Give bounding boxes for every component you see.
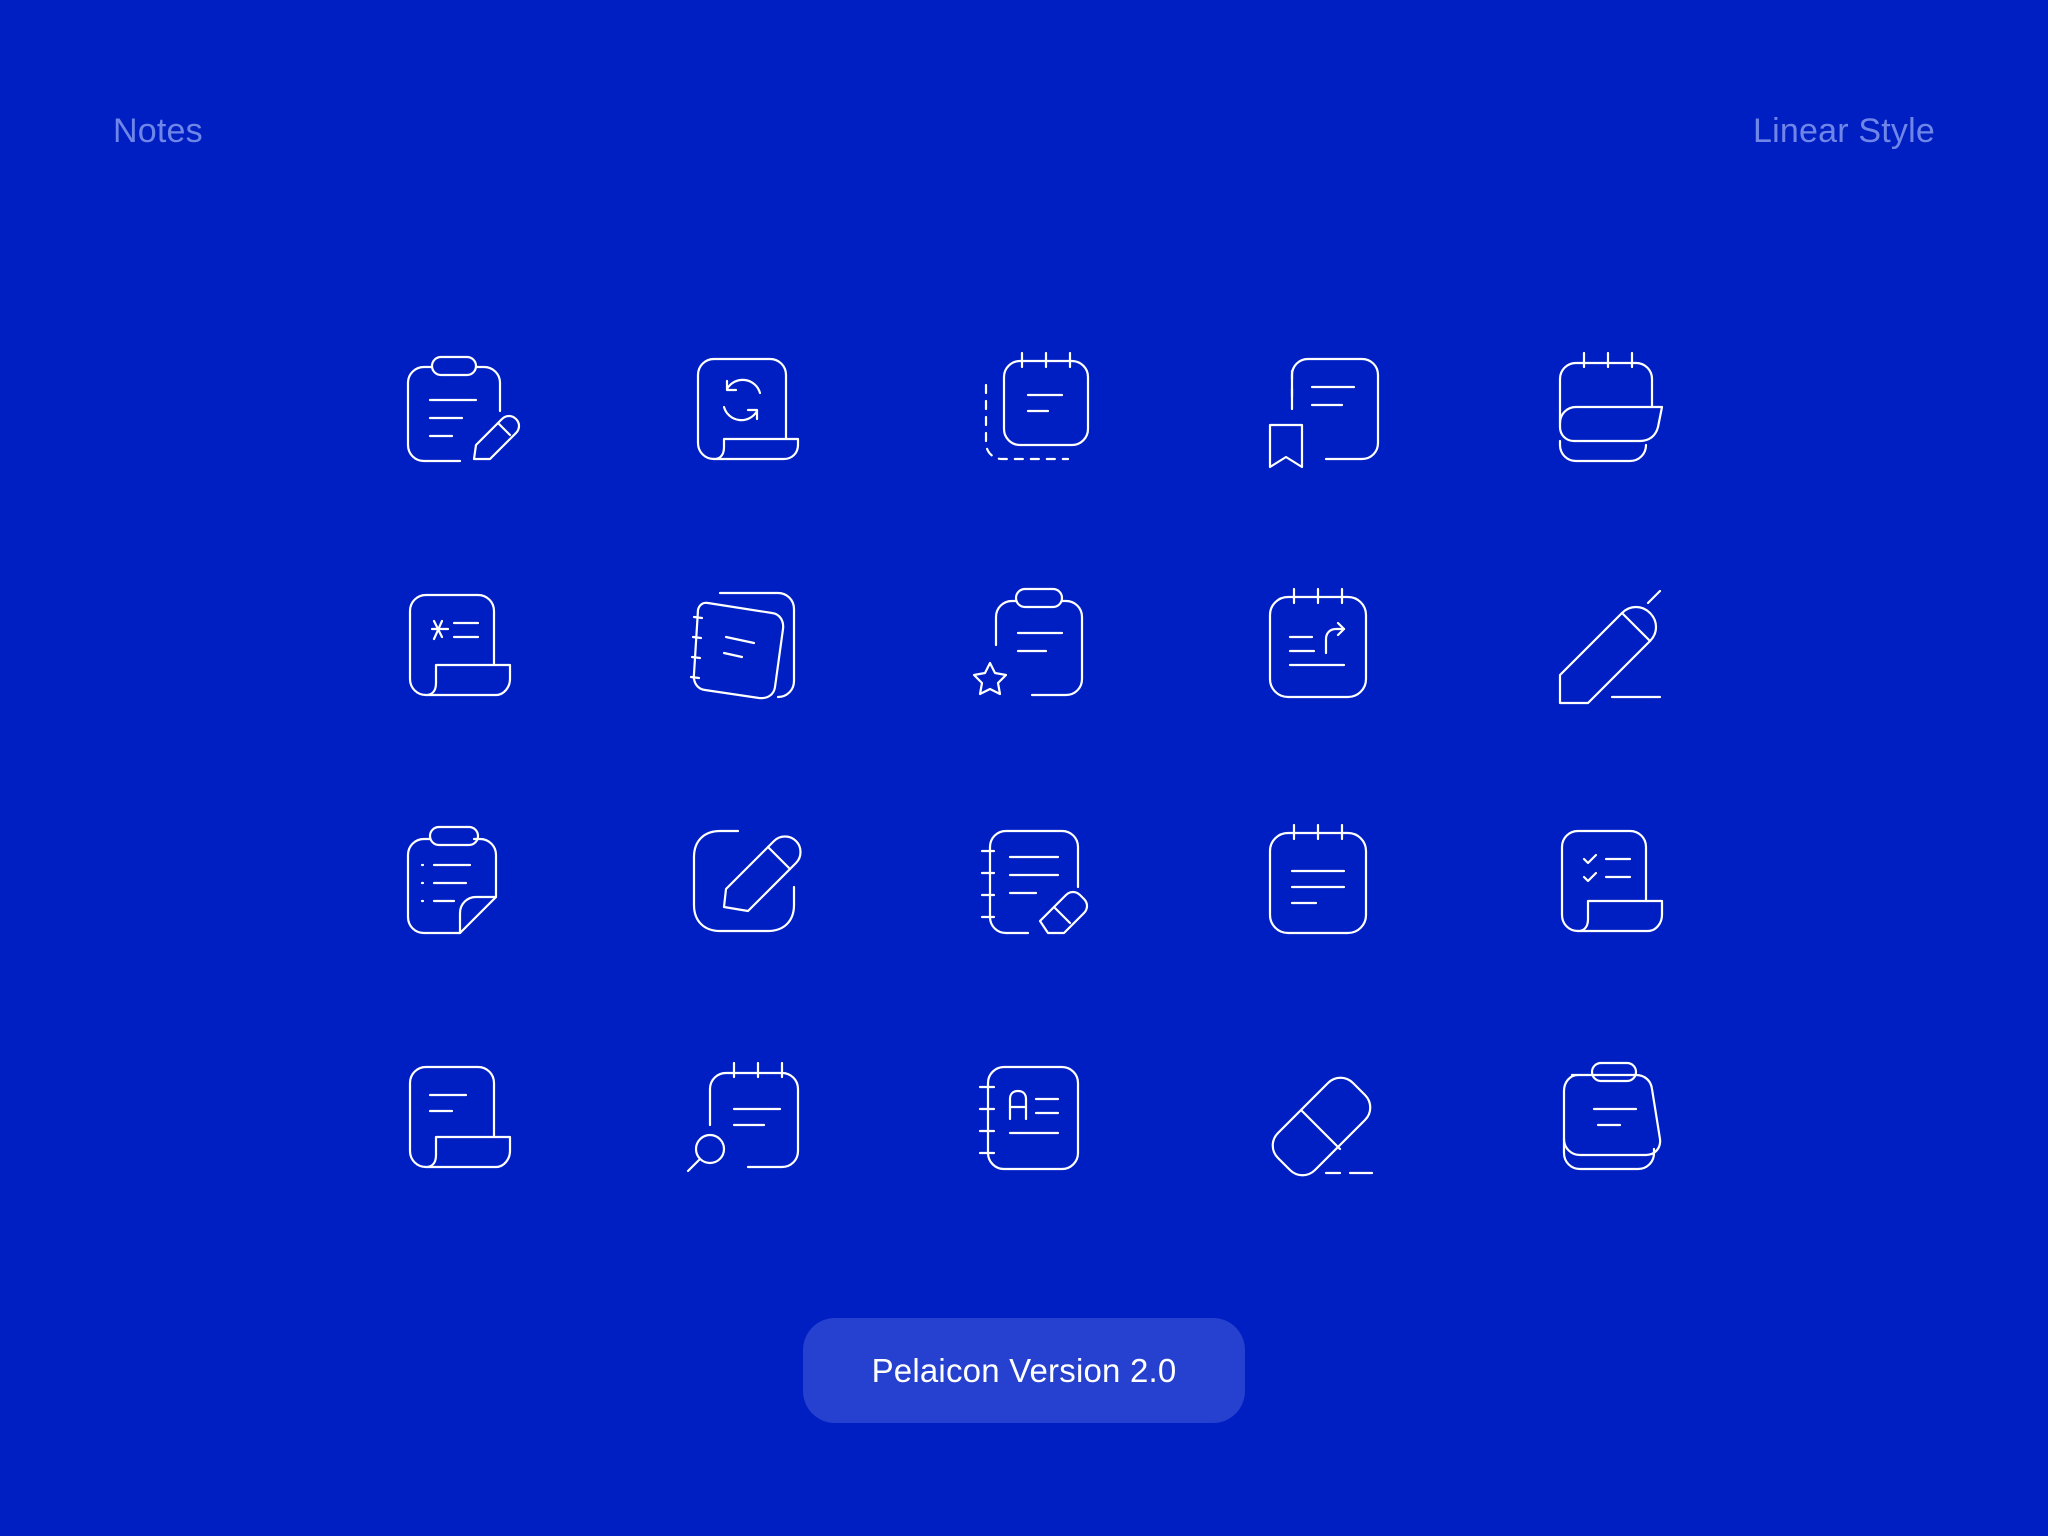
pencil-icon (1542, 581, 1670, 709)
notepad-bookmark-icon (1254, 345, 1382, 473)
clipboard-edit-icon (390, 345, 521, 473)
notes-category-label: Notes (113, 112, 203, 150)
notepad-stack-icon (1542, 345, 1670, 473)
version-label: Pelaicon Version 2.0 (871, 1351, 1177, 1389)
address-book-icon (966, 1053, 1094, 1181)
icon-grid (390, 345, 1664, 1177)
notepad-search-icon (678, 1053, 806, 1181)
linear-style-label: Linear Style (1753, 112, 1935, 150)
notepad-dashed-copy-icon (966, 345, 1094, 473)
notepad-undo-icon (1254, 581, 1382, 709)
edit-square-icon (678, 817, 806, 945)
notebook-eraser-icon (966, 817, 1094, 945)
clipboard-list-icon (390, 817, 518, 945)
version-badge: Pelaicon Version 2.0 (803, 1318, 1245, 1423)
note-sync-icon (678, 345, 806, 473)
clipboard-stack-icon (1542, 1053, 1670, 1181)
note-checklist-icon (1542, 817, 1670, 945)
clipboard-star-icon (966, 581, 1094, 709)
note-scroll-icon (390, 1053, 518, 1181)
note-text-scroll-icon (390, 581, 518, 709)
eraser-icon (1254, 1053, 1382, 1181)
notebook-stack-icon (678, 581, 806, 709)
notepad-icon (1254, 817, 1382, 945)
